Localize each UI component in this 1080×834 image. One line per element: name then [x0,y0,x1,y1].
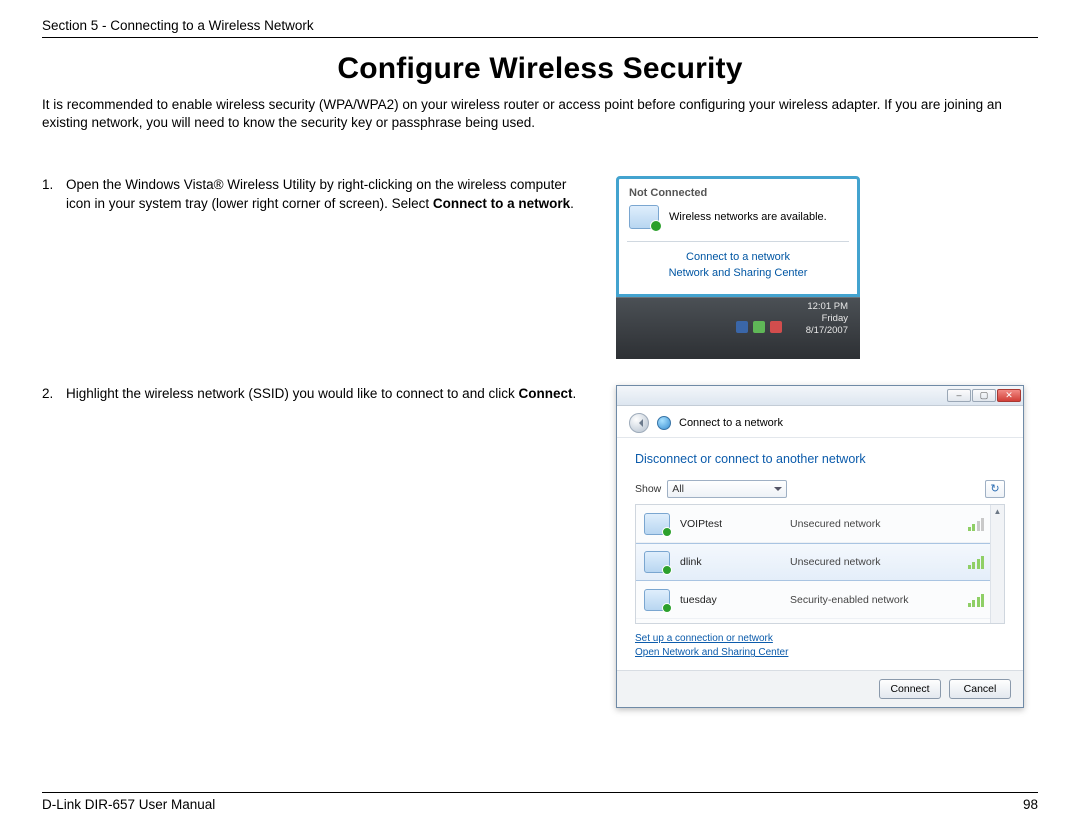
network-type: Security-enabled network [790,594,958,606]
step-1-body: Open the Windows Vista® Wireless Utility… [66,176,582,212]
step-2-text: 2. Highlight the wireless network (SSID)… [42,385,582,403]
step-2-bold: Connect [518,386,572,401]
header-rule [42,37,1038,38]
networks-available-text: Wireless networks are available. [669,211,827,223]
network-flyout: Not Connected Wireless networks are avai… [616,176,860,297]
signal-bars-icon [968,593,985,607]
step-1-screenshot: Not Connected Wireless networks are avai… [606,176,1038,359]
show-dropdown[interactable]: All [667,480,787,498]
open-sharing-center-link[interactable]: Open Network and Sharing Center [635,646,1005,660]
back-button[interactable] [629,413,649,433]
cancel-button[interactable]: Cancel [949,679,1011,699]
globe-icon [657,416,671,430]
show-filter-row: Show All ↻ [635,480,1005,498]
drussian-button-bar: Connect Cancel [617,670,1023,707]
tray-icon[interactable] [753,321,765,333]
dialog-title: Connect to a network [679,417,783,429]
tray-icon[interactable] [770,321,782,333]
scroll-up-icon[interactable]: ▲ [991,505,1004,518]
step-2-row: 2. Highlight the wireless network (SSID)… [42,385,1038,708]
signal-bars-icon [968,517,985,531]
step-1-number: 1. [42,176,60,212]
dialog-header: Connect to a network [617,406,1023,438]
connection-status: Not Connected [629,187,847,199]
step-2-screenshot: – ▢ ✕ Connect to a network Disconnect or… [606,385,1038,708]
signal-bars-icon [968,555,985,569]
show-label: Show [635,483,661,495]
network-row[interactable]: tuesday Security-enabled network [636,581,1004,619]
network-row[interactable]: VOIPtest Unsecured network [636,505,1004,543]
tray-icons-right [736,321,782,333]
footer-manual-name: D-Link DIR-657 User Manual [42,797,215,812]
connect-button[interactable]: Connect [879,679,941,699]
step-1-part-b: . [570,196,574,211]
setup-connection-link[interactable]: Set up a connection or network [635,632,1005,646]
close-button[interactable]: ✕ [997,389,1021,402]
network-ssid: dlink [680,556,780,568]
footer-page-number: 98 [1023,797,1038,812]
network-type: Unsecured network [790,518,958,530]
tray-icon[interactable] [736,321,748,333]
network-icon [644,551,670,573]
network-icon [644,589,670,611]
taskbar: 12:01 PM Friday 8/17/2007 [616,297,860,359]
connect-to-network-link[interactable]: Connect to a network [625,250,851,266]
dialog-heading: Disconnect or connect to another network [635,452,1005,466]
step-1-text: 1. Open the Windows Vista® Wireless Util… [42,176,582,212]
step-2-body: Highlight the wireless network (SSID) yo… [66,385,582,403]
intro-paragraph: It is recommended to enable wireless sec… [42,96,1038,132]
network-ssid: tuesday [680,594,780,606]
step-1-row: 1. Open the Windows Vista® Wireless Util… [42,176,1038,359]
page-footer: D-Link DIR-657 User Manual 98 [42,792,1038,812]
section-header: Section 5 - Connecting to a Wireless Net… [42,18,1038,33]
page-title: Configure Wireless Security [42,52,1038,86]
step-1-bold: Connect to a network [433,196,570,211]
maximize-button[interactable]: ▢ [972,389,996,402]
network-icon [644,513,670,535]
dialog-bottom-links: Set up a connection or network Open Netw… [635,632,1005,660]
dialog-titlebar: – ▢ ✕ [617,386,1023,406]
step-2-part-b: . [572,386,576,401]
minimize-button[interactable]: – [947,389,971,402]
clock-day: Friday [806,313,848,325]
clock-time: 12:01 PM [806,301,848,313]
network-row-selected[interactable]: dlink Unsecured network [636,543,1004,581]
footer-rule [42,792,1038,793]
connect-network-dialog: – ▢ ✕ Connect to a network Disconnect or… [616,385,1024,708]
step-2-part-a: Highlight the wireless network (SSID) yo… [66,386,518,401]
network-list: ▲ VOIPtest Unsecured network dlink Unsec… [635,504,1005,624]
tray-popup-screenshot: Not Connected Wireless networks are avai… [616,176,860,359]
step-2-number: 2. [42,385,60,403]
network-ssid: VOIPtest [680,518,780,530]
network-icon [629,205,659,229]
clock-date: 8/17/2007 [806,325,848,337]
network-sharing-center-link[interactable]: Network and Sharing Center [625,266,851,282]
refresh-button[interactable]: ↻ [985,480,1005,498]
system-clock[interactable]: 12:01 PM Friday 8/17/2007 [806,301,848,337]
network-type: Unsecured network [790,556,958,568]
scrollbar[interactable]: ▲ [990,505,1004,623]
